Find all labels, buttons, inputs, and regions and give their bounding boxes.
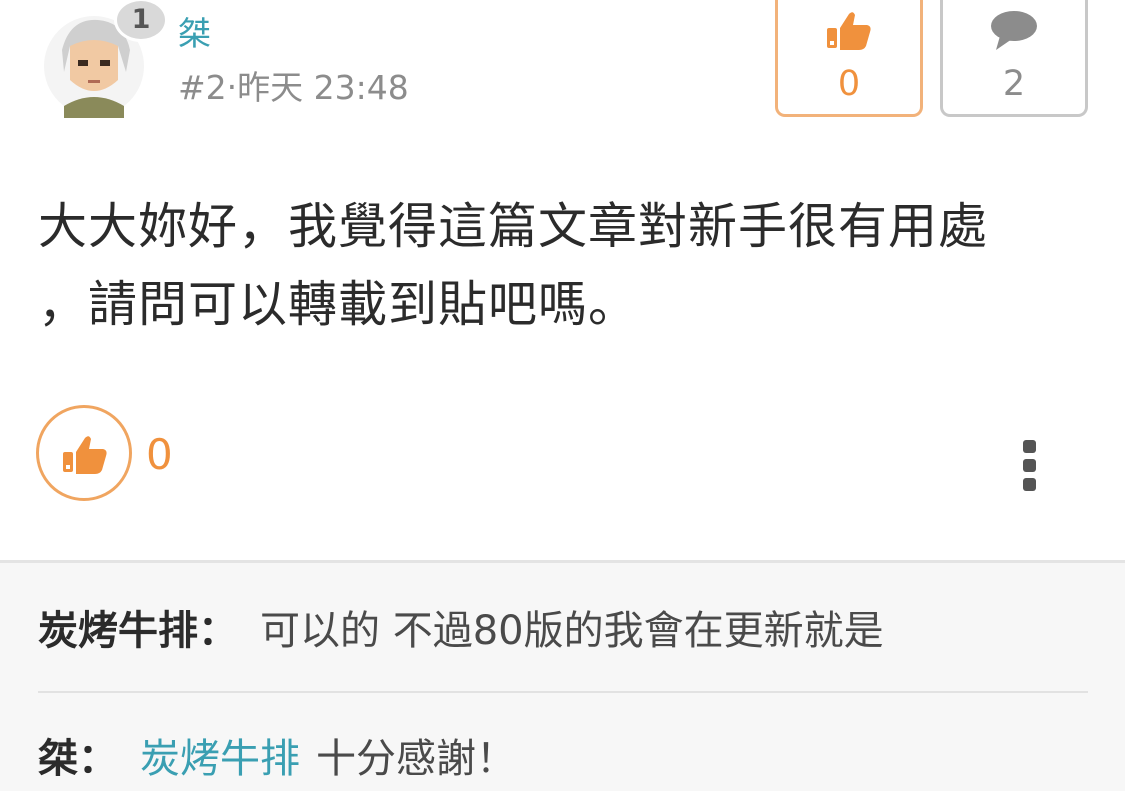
comment-item: 炭烤牛排： 可以的 不過80版的我會在更新就是 (38, 603, 884, 659)
divider (38, 691, 1088, 693)
author-name[interactable]: 桀 (178, 12, 211, 56)
like-count: 0 (837, 64, 861, 104)
comment-bubble-icon (991, 11, 1037, 50)
comment-author[interactable]: 桀 (38, 736, 78, 782)
inline-like-button[interactable] (36, 405, 132, 501)
post-content: 大大妳好，我覺得這篇文章對新手很有用處 ，請問可以轉載到貼吧嗎。 (38, 188, 1098, 344)
comment-text: 十分感謝！ (316, 736, 516, 782)
post-meta: #2‧昨天 23:48 (178, 68, 409, 107)
more-vertical-icon[interactable] (1012, 440, 1046, 498)
comments-section: 炭烤牛排： 可以的 不過80版的我會在更新就是 桀： 炭烤牛排 十分感謝！ (0, 560, 1125, 791)
comment-separator: ： (198, 608, 238, 654)
post-content-line: 大大妳好，我覺得這篇文章對新手很有用處 (38, 198, 989, 255)
comment-author[interactable]: 炭烤牛排 (38, 608, 198, 654)
post-content-line: ，請問可以轉載到貼吧嗎。 (38, 276, 639, 333)
thumbs-up-icon (63, 436, 107, 474)
comment-button[interactable]: 2 (940, 0, 1088, 117)
inline-like-count: 0 (146, 430, 173, 479)
comment-separator: ： (78, 736, 118, 782)
level-badge: 1 (114, 0, 168, 42)
comment-text: 可以的 不過80版的我會在更新就是 (260, 608, 884, 654)
comment-mention[interactable]: 炭烤牛排 (140, 736, 300, 782)
comment-item: 桀： 炭烤牛排 十分感謝！ (38, 731, 516, 787)
like-button[interactable]: 0 (775, 0, 923, 117)
comment-count: 2 (1002, 64, 1026, 104)
thumbs-up-icon (827, 12, 871, 51)
